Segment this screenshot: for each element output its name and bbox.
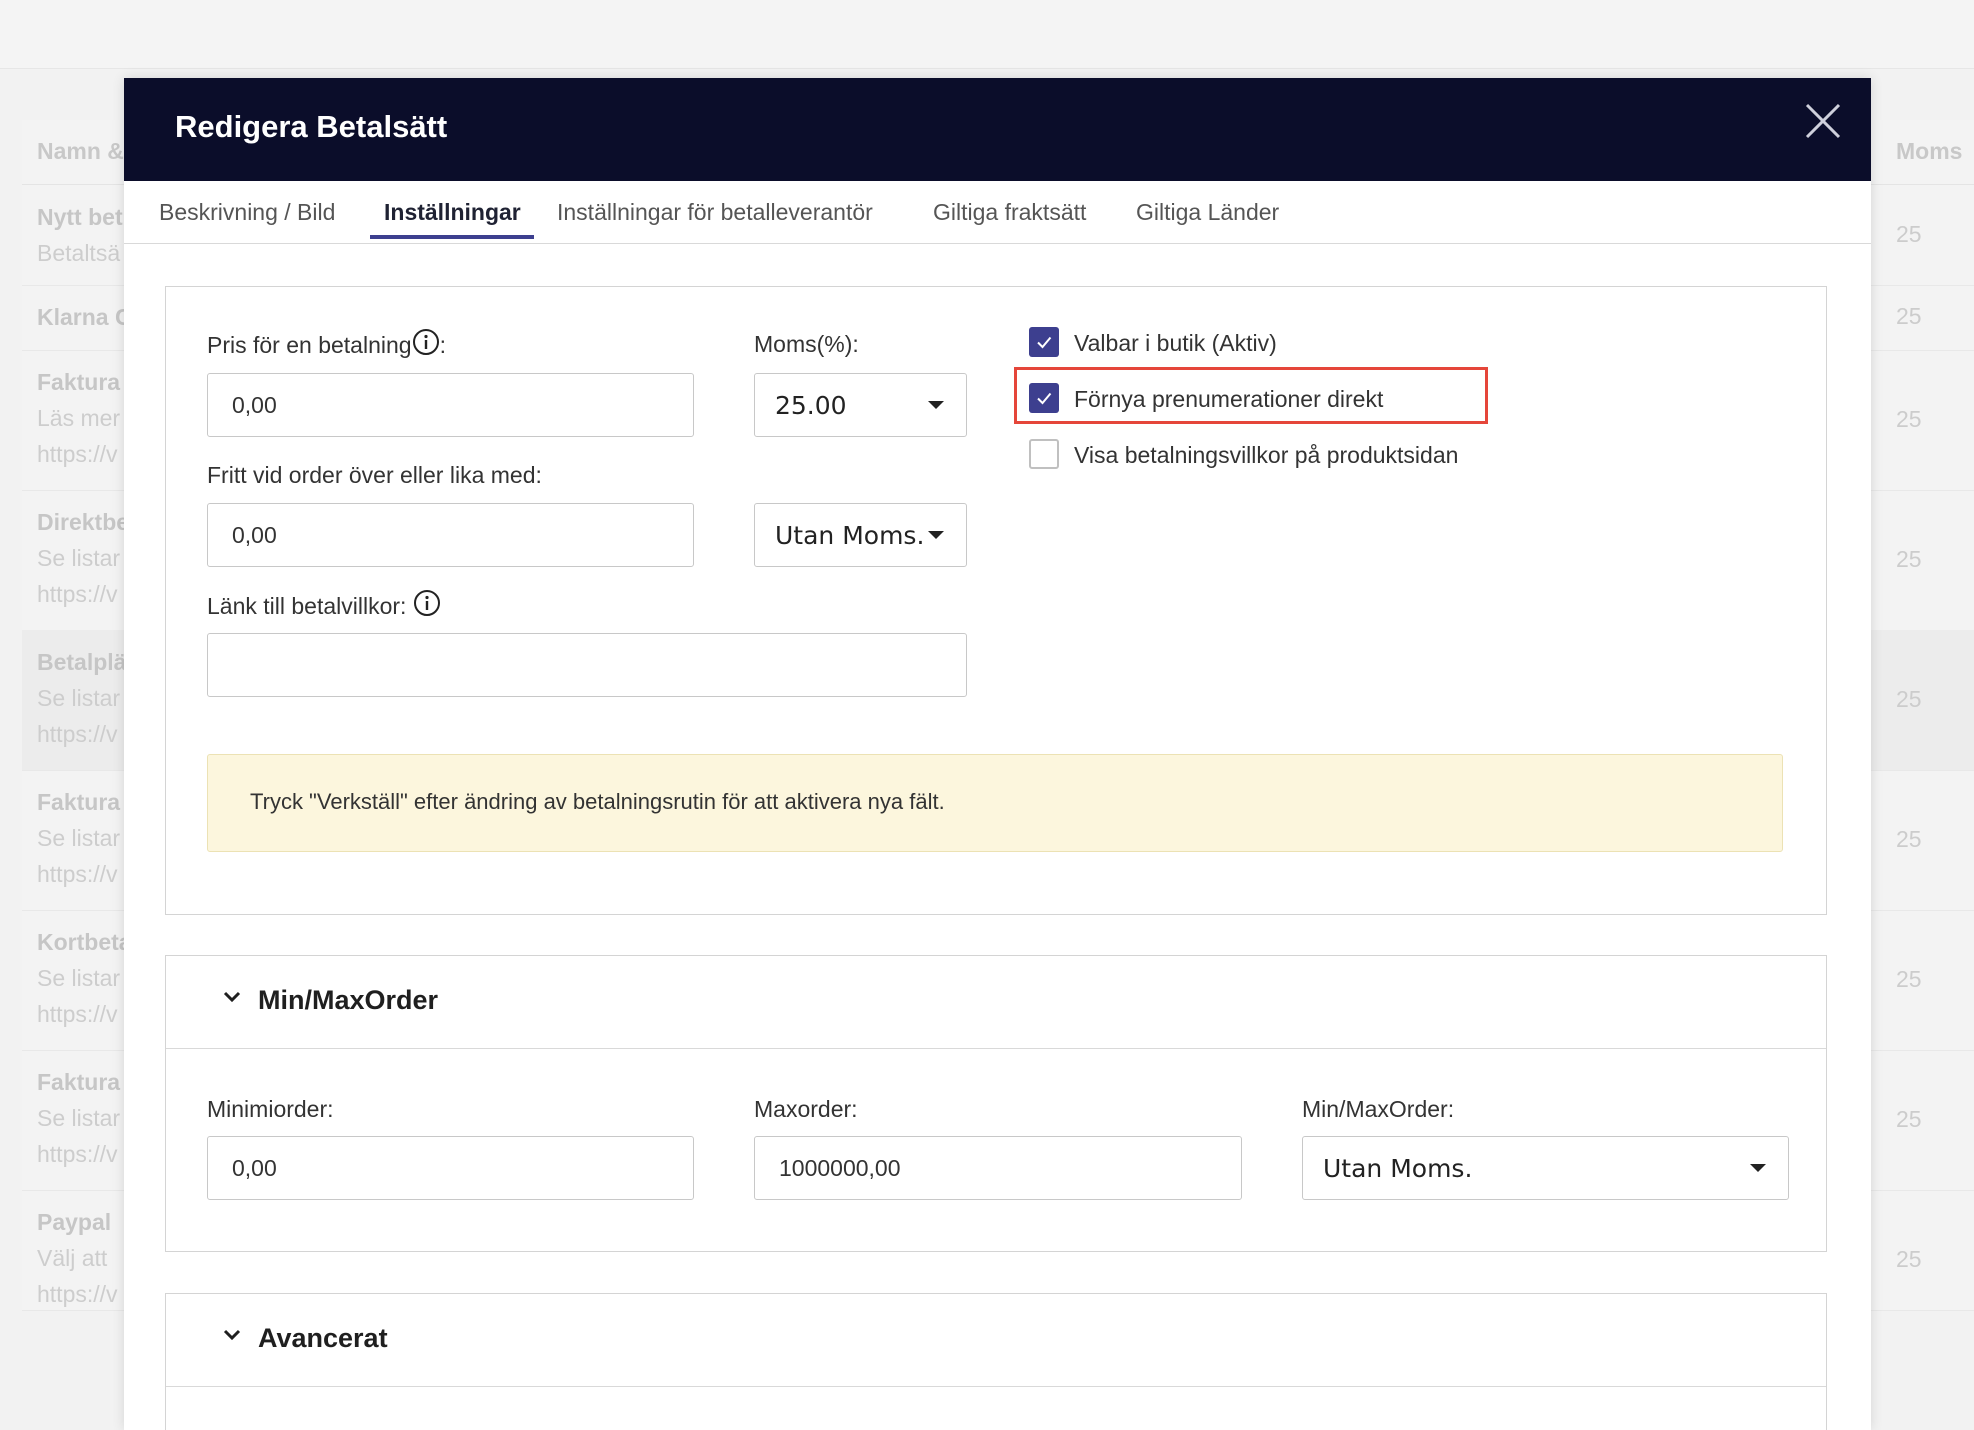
min-order-input[interactable] (207, 1136, 694, 1200)
active-tab-indicator (370, 235, 534, 239)
advanced-section-title: Avancerat (258, 1323, 388, 1353)
chevron-down-icon (1750, 1164, 1766, 1172)
active-in-store-checkbox[interactable] (1029, 327, 1059, 357)
price-label: Pris för en betalning: (207, 328, 446, 359)
chevron-down-icon (223, 991, 241, 1003)
price-input[interactable] (207, 373, 694, 437)
notice-box: Tryck "Verkställ" efter ändring av betal… (207, 754, 1783, 852)
modal-title: Redigera Betalsätt (175, 109, 448, 144)
free-shipping-input[interactable] (207, 503, 694, 567)
free-shipping-vat-select[interactable]: Utan Moms. (754, 503, 967, 567)
info-icon[interactable] (413, 589, 441, 617)
advanced-section-header[interactable]: Avancerat (166, 1294, 1826, 1387)
minmax-panel: Min/MaxOrder Minimiorder: Maxorder: Min/… (165, 955, 1827, 1252)
minmax-mode-select[interactable]: Utan Moms. (1302, 1136, 1789, 1200)
minmax-section-title: Min/MaxOrder (258, 985, 439, 1015)
tab-description-image[interactable]: Beskrivning / Bild (159, 181, 335, 243)
column-header-vat: Moms (1896, 138, 1963, 164)
modal-header: Redigera Betalsätt (124, 78, 1871, 181)
chevron-down-icon (928, 401, 944, 409)
chevron-down-icon (223, 1329, 241, 1341)
highlight-box (1014, 367, 1488, 424)
show-payment-terms-label: Visa betalningsvillkor på produktsidan (1074, 442, 1459, 468)
advanced-panel: Avancerat (165, 1293, 1827, 1430)
checkmark-icon (1037, 336, 1052, 349)
tab-valid-shipping-methods[interactable]: Giltiga fraktsätt (933, 181, 1086, 243)
close-button[interactable] (1798, 96, 1848, 146)
info-icon[interactable] (412, 328, 440, 356)
background-toolbar (0, 0, 1974, 69)
edit-payment-method-modal: Redigera Betalsätt Beskrivning / Bild In… (124, 78, 1871, 1430)
terms-link-input[interactable] (207, 633, 967, 697)
vat-label: Moms(%): (754, 331, 859, 357)
max-order-input[interactable] (754, 1136, 1242, 1200)
tab-settings[interactable]: Inställningar (384, 181, 521, 243)
chevron-down-icon (928, 531, 944, 539)
settings-panel: Pris för en betalning: Moms(%): 25.00 Fr… (165, 286, 1827, 915)
tab-valid-countries[interactable]: Giltiga Länder (1136, 181, 1279, 243)
max-order-label: Maxorder: (754, 1096, 858, 1122)
tab-payment-provider-settings[interactable]: Inställningar för betalleverantör (557, 181, 873, 243)
free-shipping-label: Fritt vid order över eller lika med: (207, 462, 542, 488)
minmax-section-header[interactable]: Min/MaxOrder (166, 956, 1826, 1049)
terms-link-label: Länk till betalvillkor: (207, 589, 441, 620)
min-order-label: Minimiorder: (207, 1096, 334, 1122)
minmax-mode-label: Min/MaxOrder: (1302, 1096, 1455, 1122)
close-icon (1805, 103, 1841, 139)
column-header-name: Namn & (37, 138, 124, 164)
vat-select[interactable]: 25.00 (754, 373, 967, 437)
show-payment-terms-checkbox[interactable] (1029, 439, 1059, 469)
active-in-store-label: Valbar i butik (Aktiv) (1074, 330, 1277, 356)
notice-text: Tryck "Verkställ" efter ändring av betal… (250, 789, 945, 814)
